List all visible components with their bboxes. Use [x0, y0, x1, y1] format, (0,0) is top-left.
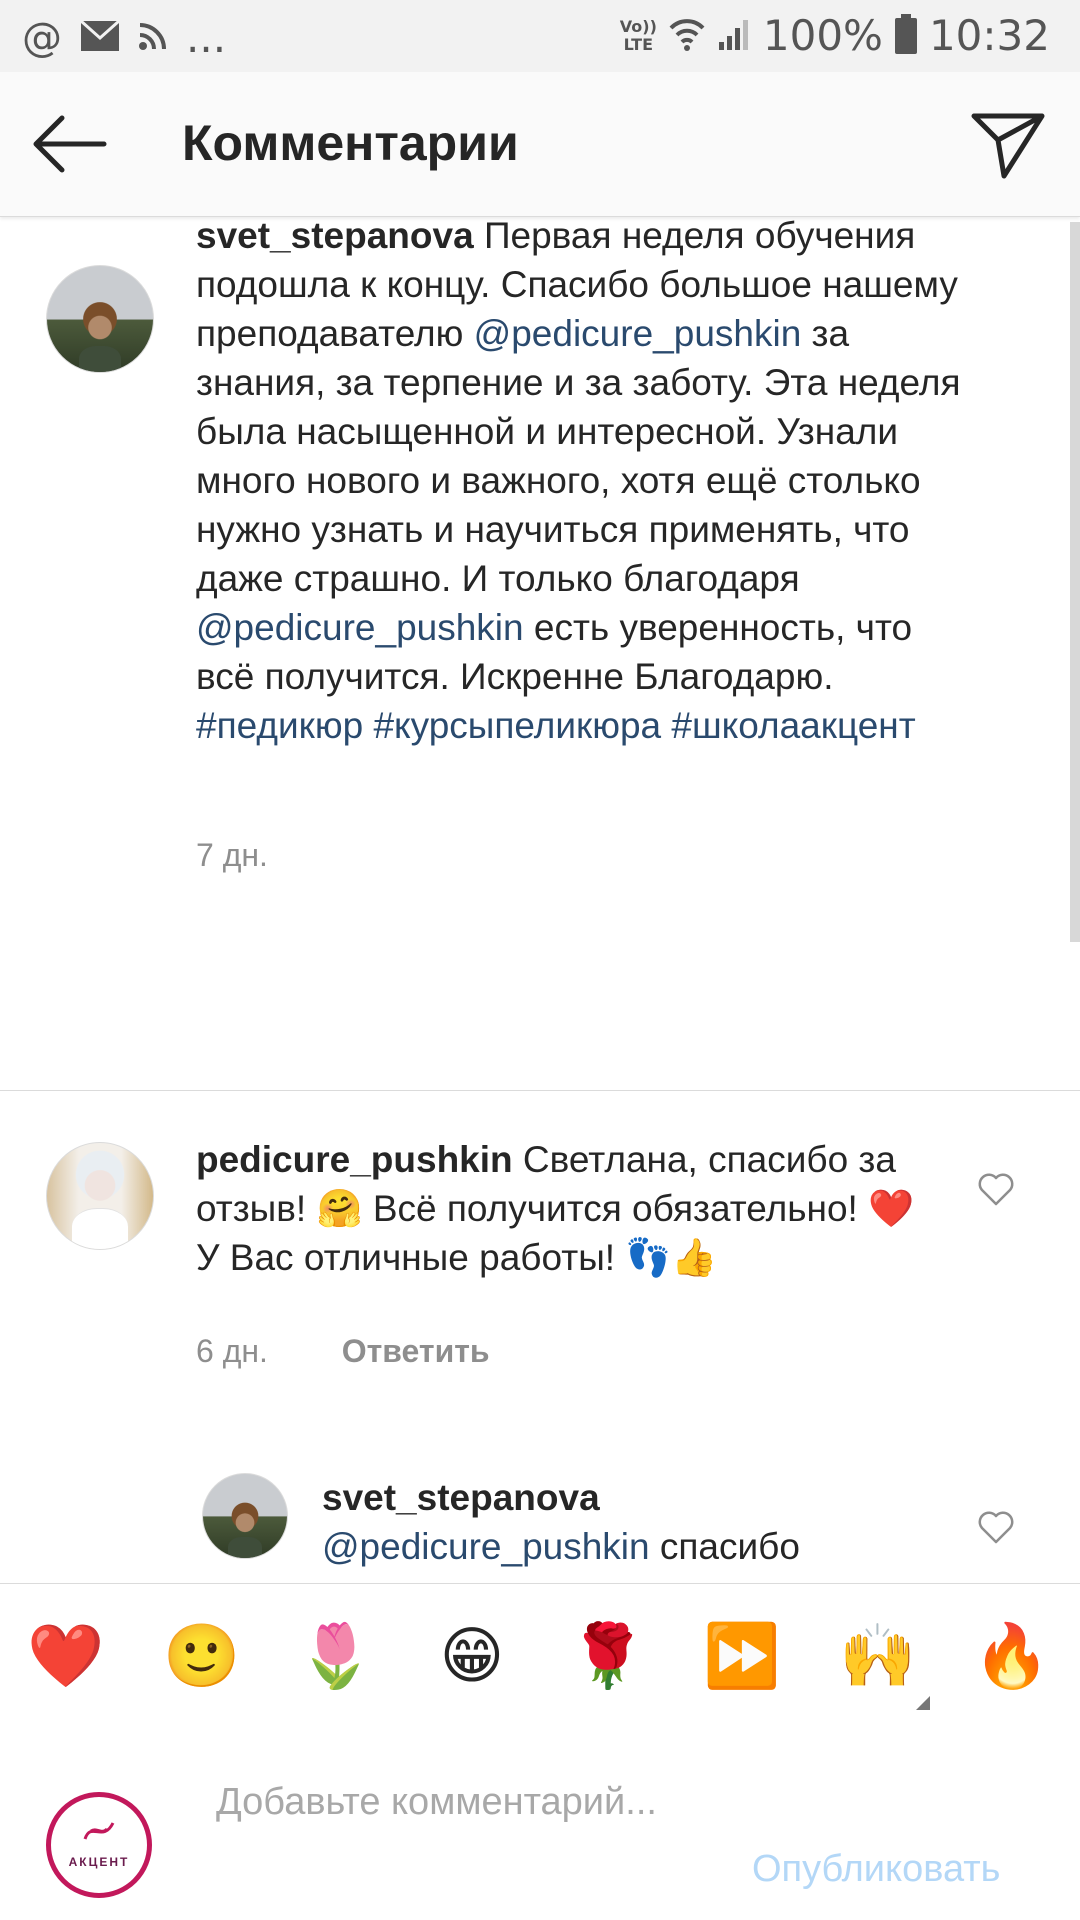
- comment-composer: АКЦЕНТ Опубликовать: [0, 1730, 1080, 1920]
- volte-indicator: Vo)) LTE: [620, 18, 657, 54]
- battery-percent: 100%: [762, 11, 883, 60]
- back-button[interactable]: [30, 108, 110, 180]
- hashtag-link[interactable]: #педикюр: [196, 705, 363, 746]
- avatar[interactable]: [46, 1142, 154, 1250]
- page-title: Комментарии: [182, 115, 519, 171]
- mention-link[interactable]: @pedicure_pushkin: [196, 607, 524, 648]
- reply-button[interactable]: Ответить: [342, 1333, 490, 1369]
- signal-icon: [717, 16, 751, 56]
- hashtag-link[interactable]: #курсыпеликюра: [373, 705, 661, 746]
- comment-username[interactable]: svet_stepanova: [196, 217, 474, 256]
- volte-bottom-label: LTE: [623, 35, 653, 54]
- fast-forward-emoji-button[interactable]: ⏩: [702, 1616, 782, 1696]
- raised-hands-emoji-button[interactable]: 🙌: [838, 1616, 918, 1696]
- like-heart-icon[interactable]: [976, 1169, 1016, 1209]
- avatar[interactable]: [202, 1473, 288, 1559]
- scrollbar[interactable]: [1070, 222, 1080, 942]
- emoji-quick-bar: ❤️ 🙂 🌷 😁 🌹 ⏩ 🙌 🔥: [0, 1583, 1080, 1731]
- rss-icon: [138, 21, 168, 55]
- logo-text: АКЦЕНТ: [68, 1855, 130, 1869]
- comment-text: за знания, за терпение и за заботу. Эта …: [196, 313, 961, 599]
- comment-input[interactable]: [216, 1778, 686, 1898]
- comment-timestamp: 7 дн.: [196, 837, 268, 873]
- fire-emoji-button[interactable]: 🔥: [972, 1616, 1052, 1696]
- emoji-expand-indicator[interactable]: [916, 1696, 930, 1710]
- volte-top-label: Vo)): [619, 17, 657, 36]
- mention-link[interactable]: @pedicure_pushkin: [322, 1526, 650, 1567]
- rose-emoji-button[interactable]: 🌹: [568, 1616, 648, 1696]
- wifi-icon: [669, 16, 705, 56]
- share-direct-button[interactable]: [968, 108, 1048, 180]
- hashtag-link[interactable]: #школаакцент: [671, 705, 915, 746]
- back-arrow-icon: [33, 115, 107, 173]
- clock: 10:32: [928, 11, 1050, 60]
- comment-body: svet_stepanova Первая неделя обучения по…: [196, 217, 966, 750]
- top-app-bar: Комментарии: [0, 72, 1080, 217]
- grin-emoji-button[interactable]: 😁: [432, 1616, 512, 1696]
- divider: [0, 1090, 1080, 1091]
- avatar[interactable]: [46, 265, 154, 373]
- comment-timestamp: 6 дн.: [196, 1333, 268, 1369]
- tulip-emoji-button[interactable]: 🌷: [296, 1616, 376, 1696]
- comment-text: спасибо: [659, 1526, 800, 1567]
- more-notifications: ...: [186, 13, 227, 62]
- logo-swirl-icon: [83, 1822, 115, 1840]
- heart-emoji-button[interactable]: ❤️: [26, 1616, 106, 1696]
- comment-body: svet_stepanova @pedicure_pushkin спасибо: [322, 1473, 922, 1571]
- comment-meta: 6 дн. Ответить: [196, 1333, 490, 1370]
- current-user-avatar: АКЦЕНТ: [46, 1792, 152, 1898]
- publish-button[interactable]: Опубликовать: [752, 1848, 1000, 1891]
- smile-emoji-button[interactable]: 🙂: [162, 1616, 242, 1696]
- comment-username[interactable]: svet_stepanova: [322, 1477, 600, 1518]
- mail-icon: [79, 19, 121, 56]
- send-paper-plane-icon: [971, 113, 1045, 179]
- comments-list[interactable]: svet_stepanova Первая неделя обучения по…: [0, 217, 1080, 1583]
- mention-link[interactable]: @pedicure_pushkin: [474, 313, 802, 354]
- battery-icon: [894, 14, 917, 58]
- like-heart-icon[interactable]: [976, 1507, 1016, 1547]
- at-icon: @: [22, 15, 62, 61]
- comment-username[interactable]: pedicure_pushkin: [196, 1139, 513, 1180]
- status-bar: @ ... Vo)) LTE 100% 10:32: [0, 0, 1080, 72]
- comment-body: pedicure_pushkin Светлана, спасибо за от…: [196, 1135, 916, 1282]
